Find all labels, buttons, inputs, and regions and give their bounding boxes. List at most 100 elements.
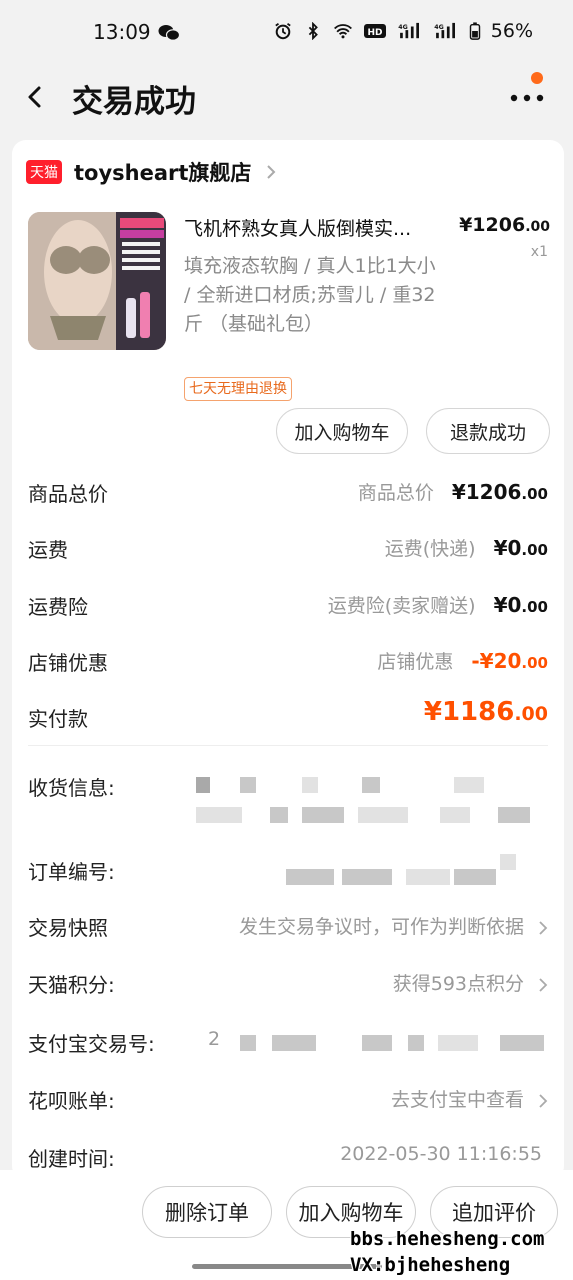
goods-total-int: ¥1206 [451, 480, 522, 504]
redacted-block [240, 1035, 256, 1051]
shipping-int: ¥0 [493, 536, 522, 560]
shipping-hint: 运费(快递) [384, 538, 476, 560]
snapshot-row[interactable]: 交易快照 发生交易争议时，可作为判断依据 [28, 906, 548, 946]
discount-label: 店铺优惠 [28, 651, 108, 675]
discount-value: 店铺优惠 -¥20.00 [377, 647, 548, 674]
order-card: 天猫 toysheart旗舰店 飞机杯熟女真人版倒模实... 填充液态软胸 / … [12, 140, 564, 1180]
created-label: 创建时间: [28, 1147, 115, 1171]
tmall-badge: 天猫 [26, 160, 62, 184]
redacted-block [286, 869, 334, 885]
divider [28, 745, 548, 746]
redacted-block [362, 777, 380, 793]
insurance-value: 运费险(卖家赠送) ¥0.00 [328, 591, 548, 618]
paid-row: 实付款 ¥1186.00 [28, 697, 548, 737]
redacted-block [406, 869, 450, 885]
insurance-hint: 运费险(卖家赠送) [327, 595, 476, 617]
points-label: 天猫积分: [28, 973, 115, 997]
redacted-block [342, 869, 392, 885]
created-value: 2022-05-30 11:16:55 [340, 1143, 542, 1165]
redacted-block [270, 807, 288, 823]
more-dots-icon[interactable] [509, 88, 545, 104]
redacted-block [240, 777, 256, 793]
redacted-block [498, 807, 530, 823]
add-to-cart-button[interactable]: 加入购物车 [276, 408, 408, 454]
redacted-block [454, 869, 496, 885]
product-price-dec: .00 [525, 219, 550, 235]
wifi-icon [333, 24, 352, 39]
refund-status-button[interactable]: 退款成功 [426, 408, 550, 454]
shipping-label: 运费 [28, 538, 68, 562]
huabei-value: 去支付宝中查看 [391, 1085, 548, 1112]
redacted-block [500, 1035, 544, 1051]
redacted-block [362, 1035, 392, 1051]
battery-icon [469, 22, 480, 40]
nav-bar: 交易成功 [0, 66, 573, 130]
svg-text:HD: HD [367, 28, 382, 38]
discount-int: -¥20 [471, 649, 522, 673]
huabei-row[interactable]: 花呗账单: 去支付宝中查看 [28, 1079, 548, 1119]
discount-amount: -¥20.00 [471, 649, 548, 673]
paid-int: ¥1186 [423, 697, 515, 727]
redacted-block [408, 1035, 424, 1051]
chevron-right-icon [267, 165, 276, 179]
chevron-right-icon [539, 977, 548, 992]
discount-dec: .00 [521, 654, 548, 672]
delete-order-button[interactable]: 删除订单 [142, 1186, 272, 1238]
redacted-block [454, 777, 484, 793]
goods-total-dec: .00 [521, 485, 548, 503]
goods-total-hint: 商品总价 [357, 482, 434, 504]
redacted-block [358, 807, 408, 823]
goods-total-row: 商品总价 商品总价 ¥1206.00 [28, 472, 548, 512]
insurance-label: 运费险 [28, 595, 88, 619]
order-number-label: 订单编号: [28, 860, 115, 884]
discount-row: 店铺优惠 店铺优惠 -¥20.00 [28, 641, 548, 681]
paid-label: 实付款 [28, 707, 88, 731]
shipping-amount: ¥0.00 [494, 536, 548, 560]
shipping-row: 运费 运费(快递) ¥0.00 [28, 528, 548, 568]
insurance-amount: ¥0.00 [494, 593, 548, 617]
alipay-prefix: 2 [208, 1028, 221, 1050]
redacted-block [500, 854, 516, 870]
paid-dec: .00 [514, 703, 548, 725]
status-bar: 13:09 HD 4G 4G 56% [0, 0, 573, 66]
paid-amount: ¥1186.00 [424, 697, 548, 727]
redacted-block [196, 777, 210, 793]
points-text: 获得593点积分 [392, 973, 524, 995]
page-title: 交易成功 [72, 84, 196, 120]
redacted-block [272, 1035, 316, 1051]
watermark-line-2: VX:bjhehesheng [350, 1254, 511, 1276]
snapshot-text: 发生交易争议时，可作为判断依据 [238, 916, 524, 938]
signal-4g-icon-2: 4G [434, 22, 455, 39]
paid-value: ¥1186.00 [424, 697, 548, 727]
status-time: 13:09 [93, 20, 151, 44]
product-title[interactable]: 飞机杯熟女真人版倒模实... [184, 214, 446, 241]
chevron-left-icon[interactable] [22, 82, 48, 112]
points-row[interactable]: 天猫积分: 获得593点积分 [28, 963, 548, 1003]
insurance-dec: .00 [521, 598, 548, 616]
shop-name: toysheart旗舰店 [74, 161, 252, 185]
redacted-block [438, 1035, 478, 1051]
insurance-int: ¥0 [493, 593, 522, 617]
product-qty: x1 [530, 244, 548, 260]
watermark-line-1: bbs.hehesheng.com [350, 1228, 545, 1250]
product-price: ¥1206.00 [459, 214, 550, 236]
shop-header[interactable]: 天猫 toysheart旗舰店 [26, 154, 277, 190]
redacted-block [302, 807, 344, 823]
product-spec: 填充液态软胸 / 真人1比1大小 / 全新进口材质;苏雪儿 / 重32斤 （基础… [184, 255, 436, 335]
huabei-text: 去支付宝中查看 [390, 1089, 524, 1111]
alipay-label: 支付宝交易号: [28, 1032, 155, 1056]
shipping-value: 运费(快递) ¥0.00 [385, 534, 548, 561]
return-policy-tag: 七天无理由退换 [184, 377, 292, 401]
bluetooth-icon [308, 22, 318, 40]
hd-icon: HD [363, 24, 386, 38]
alarm-icon [275, 23, 291, 40]
snapshot-label: 交易快照 [28, 916, 108, 940]
insurance-row: 运费险 运费险(卖家赠送) ¥0.00 [28, 585, 548, 625]
huabei-label: 花呗账单: [28, 1089, 115, 1113]
notification-dot [531, 72, 543, 84]
product-image[interactable] [28, 212, 166, 350]
redacted-block [440, 807, 470, 823]
goods-total-label: 商品总价 [28, 482, 108, 506]
status-icons: HD 4G 4G 56% [273, 20, 533, 42]
points-value: 获得593点积分 [393, 969, 548, 996]
